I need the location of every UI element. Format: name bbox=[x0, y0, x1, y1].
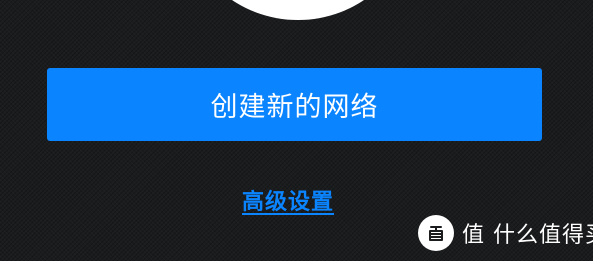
zhi-logo-icon bbox=[418, 215, 454, 251]
advanced-settings-link[interactable]: 高级设置 bbox=[242, 184, 334, 216]
site-watermark: 值 什么值得买 bbox=[418, 213, 593, 253]
device-illustration bbox=[188, 0, 408, 20]
create-new-network-button[interactable]: 创建新的网络 bbox=[47, 68, 542, 141]
create-new-network-label: 创建新的网络 bbox=[210, 92, 379, 123]
watermark-text: 值 什么值得买 bbox=[462, 223, 593, 248]
